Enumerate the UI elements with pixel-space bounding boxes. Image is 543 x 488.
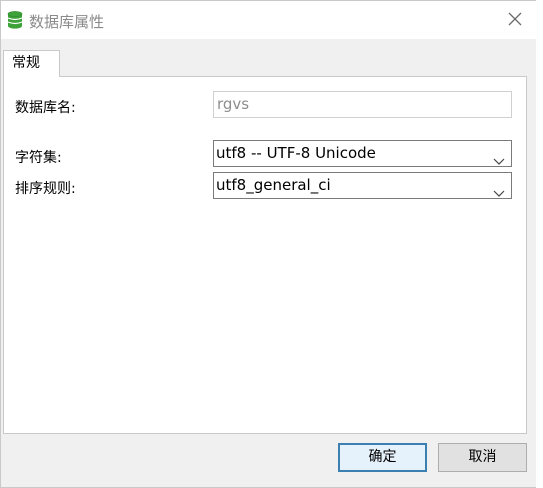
collation-select[interactable]: utf8_general_ci (213, 172, 512, 199)
window-title: 数据库属性 (29, 13, 105, 31)
general-panel (3, 76, 527, 434)
collation-label: 排序规则: (15, 181, 76, 197)
close-icon (508, 12, 522, 30)
close-button[interactable] (501, 7, 529, 35)
tab-general[interactable]: 常规 (3, 50, 60, 77)
cancel-button[interactable]: 取消 (438, 443, 527, 472)
dialog-window: 数据库属性 常规 数据库名: rgvs 字符集: utf8 -- UTF-8 U… (0, 0, 543, 488)
db-name-label: 数据库名: (15, 100, 76, 116)
charset-value: utf8 -- UTF-8 Unicode (216, 144, 376, 162)
charset-label: 字符集: (15, 150, 62, 166)
collation-value: utf8_general_ci (216, 176, 331, 194)
ok-button[interactable]: 确定 (338, 443, 427, 472)
title-bar: 数据库属性 (1, 1, 542, 39)
charset-select[interactable]: utf8 -- UTF-8 Unicode (213, 140, 512, 167)
database-icon (7, 11, 23, 29)
background-edge (536, 0, 543, 488)
chevron-down-icon (493, 149, 505, 165)
db-name-field: rgvs (213, 91, 512, 118)
chevron-down-icon (493, 181, 505, 197)
